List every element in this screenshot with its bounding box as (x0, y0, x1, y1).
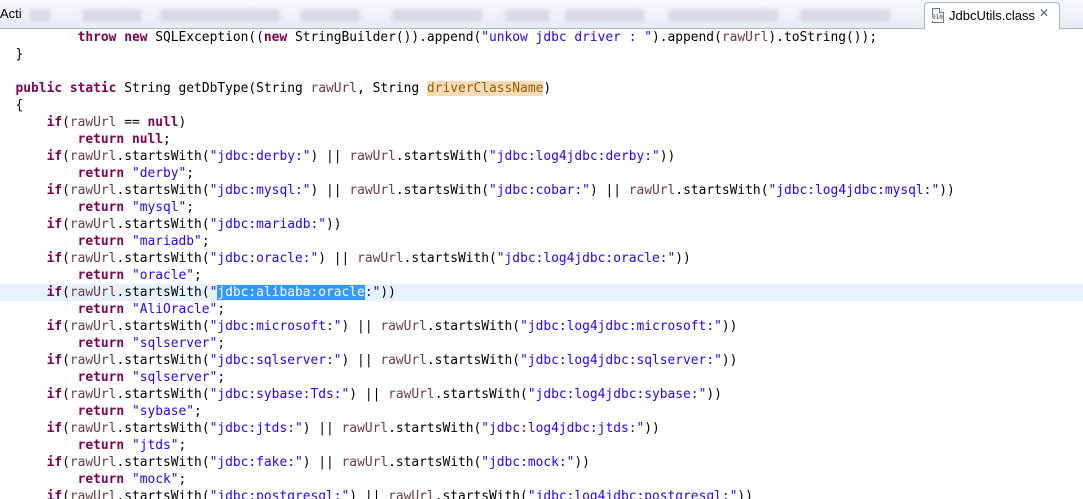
code-line: if(rawUrl == null) (46, 115, 187, 130)
blurred-tab (505, 9, 550, 22)
code-line: return "mariadb"; (77, 234, 210, 249)
occurrence-highlight: driverClassName (426, 81, 544, 96)
code-line: } (15, 47, 24, 62)
code-editor[interactable]: throw new SQLException((new StringBuilde… (0, 29, 1083, 499)
blurred-tab (300, 9, 360, 22)
text-selection: jdbc:alibaba:oracle (217, 285, 365, 300)
code-line: public static String getDbType(String ra… (15, 81, 552, 96)
code-line: if(rawUrl.startsWith("jdbc:mariadb:")) (46, 217, 342, 232)
code-line: if(rawUrl.startsWith("jdbc:oracle:") || … (46, 251, 691, 266)
code-line: if(rawUrl.startsWith("jdbc:derby:") || r… (46, 149, 676, 164)
code-line: if(rawUrl.startsWith("jdbc:mysql:") || r… (46, 183, 955, 198)
close-icon[interactable]: ✕ (1037, 6, 1051, 20)
code-line: if(rawUrl.startsWith("jdbc:microsoft:") … (46, 319, 738, 334)
editor-tab-bar: Acti 010 JdbcUtils.class ✕ (0, 0, 1083, 29)
code-line: return null; (77, 132, 171, 147)
current-line: if(rawUrl.startsWith("jdbc:alibaba:oracl… (0, 284, 1083, 301)
code-line: throw new SQLException((new StringBuilde… (77, 30, 878, 45)
tab-jdbcutils-class[interactable]: 010 JdbcUtils.class ✕ (924, 2, 1060, 29)
code-line: if(rawUrl.startsWith("jdbc:postgresql:")… (46, 489, 753, 499)
blurred-tab (82, 9, 142, 22)
code-line: return "mysql"; (77, 200, 195, 215)
code-line: return "sqlserver"; (77, 336, 226, 351)
code-line: if(rawUrl.startsWith("jdbc:jtds:") || ra… (46, 421, 660, 436)
code-line: return "mock"; (77, 472, 187, 487)
tab-partial-left[interactable]: Acti (0, 6, 22, 26)
code-line: return "sybase"; (77, 404, 202, 419)
code-line: if(rawUrl.startsWith("jdbc:sybase:Tds:")… (46, 387, 722, 402)
blurred-tab (565, 9, 645, 22)
code-line: { (15, 98, 24, 113)
code-line: return "oracle"; (77, 268, 202, 283)
blurred-tab (30, 9, 50, 22)
blurred-tab (392, 9, 482, 22)
class-file-icon: 010 (932, 8, 944, 23)
blurred-tab (668, 9, 778, 22)
code-line: if(rawUrl.startsWith("jdbc:sqlserver:") … (46, 353, 738, 368)
blurred-tab (160, 9, 280, 22)
code-line: return "sqlserver"; (77, 370, 226, 385)
code-line: return "AliOracle"; (77, 302, 226, 317)
code-line: return "derby"; (77, 166, 195, 181)
code-line: return "jtds"; (77, 438, 187, 453)
code-line: if(rawUrl.startsWith("jdbc:fake:") || ra… (46, 455, 590, 470)
blurred-tab (800, 9, 890, 22)
tab-label: JdbcUtils.class (949, 8, 1035, 23)
